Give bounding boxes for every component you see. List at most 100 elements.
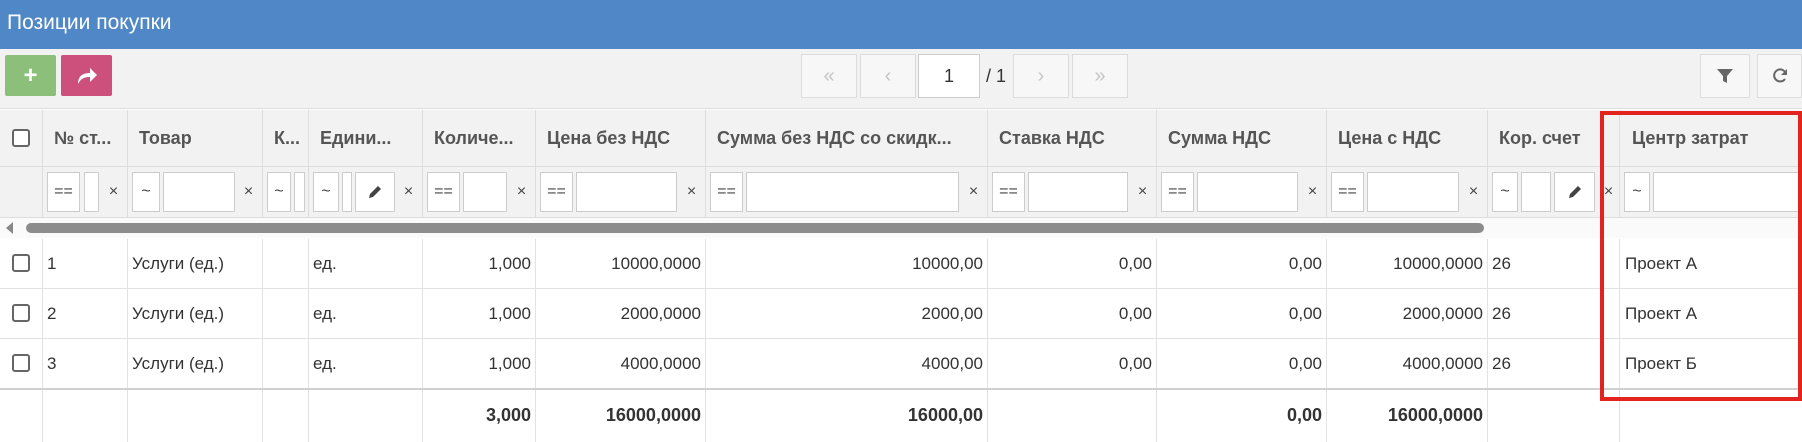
filter-row: == × ~ × ~ ~ × == × == × == × == × == × … bbox=[0, 167, 1802, 218]
refresh-button[interactable] bbox=[1757, 54, 1802, 98]
filter-input[interactable] bbox=[84, 172, 99, 212]
select-all-checkbox[interactable] bbox=[12, 129, 30, 147]
row-checkbox[interactable] bbox=[12, 254, 30, 272]
filter-operator[interactable]: ~ bbox=[1492, 172, 1518, 212]
column-header-price[interactable]: Цена без НДС bbox=[536, 110, 706, 167]
total-cell-empty bbox=[988, 390, 1157, 442]
total-cell-empty bbox=[128, 390, 263, 442]
row-checkbox-cell[interactable] bbox=[0, 289, 43, 338]
last-page-button[interactable]: » bbox=[1072, 54, 1128, 98]
clear-filter-icon[interactable]: × bbox=[103, 172, 124, 212]
column-header-k[interactable]: К... bbox=[263, 110, 309, 167]
filter-input[interactable] bbox=[746, 172, 959, 212]
cell-sum: 4000,00 bbox=[706, 339, 988, 388]
filter-operator[interactable]: ~ bbox=[132, 172, 160, 212]
filter-operator[interactable]: ~ bbox=[1624, 172, 1650, 212]
edit-filter-button[interactable] bbox=[355, 172, 395, 212]
filter-operator[interactable]: == bbox=[47, 172, 80, 212]
filter-operator[interactable]: == bbox=[710, 172, 743, 212]
clear-filter-icon[interactable]: × bbox=[1302, 172, 1323, 212]
header-checkbox-cell[interactable] bbox=[0, 110, 43, 167]
filter-input[interactable] bbox=[294, 172, 305, 212]
filter-operator[interactable]: == bbox=[1161, 172, 1194, 212]
prev-page-button[interactable]: ‹ bbox=[860, 54, 916, 98]
filter-input[interactable] bbox=[1197, 172, 1298, 212]
filter-input[interactable] bbox=[1653, 172, 1802, 212]
cell-unit: ед. bbox=[309, 289, 423, 338]
clear-filter-icon[interactable]: × bbox=[238, 172, 259, 212]
filter-input[interactable] bbox=[463, 172, 507, 212]
column-header-quantity[interactable]: Количе... bbox=[423, 110, 536, 167]
pencil-icon bbox=[369, 186, 381, 198]
filter-input[interactable] bbox=[342, 172, 352, 212]
row-checkbox-cell[interactable] bbox=[0, 239, 43, 288]
filter-cell-k: ~ bbox=[263, 167, 309, 218]
pencil-icon bbox=[1568, 186, 1581, 198]
filter-operator[interactable]: == bbox=[427, 172, 460, 212]
column-header-vat-sum[interactable]: Сумма НДС bbox=[1157, 110, 1327, 167]
filter-cell-vat-sum: == × bbox=[1157, 167, 1327, 218]
toolbar: + « ‹ 1 / 1 › » bbox=[0, 49, 1802, 109]
first-page-button[interactable]: « bbox=[801, 54, 857, 98]
cell-vat-sum: 0,00 bbox=[1157, 289, 1327, 338]
filter-cell-number: == × bbox=[43, 167, 128, 218]
scrollbar-thumb[interactable] bbox=[26, 223, 1484, 233]
clear-filter-icon[interactable]: × bbox=[963, 172, 984, 212]
filter-input[interactable] bbox=[163, 172, 235, 212]
clear-filter-icon[interactable]: × bbox=[1132, 172, 1153, 212]
row-checkbox-cell[interactable] bbox=[0, 339, 43, 388]
total-price: 16000,0000 bbox=[536, 390, 706, 442]
filter-operator[interactable]: == bbox=[992, 172, 1025, 212]
add-button[interactable]: + bbox=[5, 55, 56, 96]
column-header-number[interactable]: № ст... bbox=[43, 110, 128, 167]
filter-input[interactable] bbox=[1367, 172, 1459, 212]
clear-filter-icon[interactable]: × bbox=[1598, 172, 1619, 212]
table-row[interactable]: 1 Услуги (ед.) ед. 1,000 10000,0000 1000… bbox=[0, 239, 1802, 289]
cell-price: 2000,0000 bbox=[536, 289, 706, 338]
column-header-sum[interactable]: Сумма без НДС со скидк... bbox=[706, 110, 988, 167]
row-checkbox[interactable] bbox=[12, 304, 30, 322]
next-page-button[interactable]: › bbox=[1013, 54, 1069, 98]
forward-button[interactable] bbox=[61, 55, 112, 96]
cell-number: 1 bbox=[43, 239, 128, 288]
column-header-cost-center[interactable]: Центр затрат bbox=[1620, 110, 1802, 167]
total-sum: 16000,00 bbox=[706, 390, 988, 442]
column-header-unit[interactable]: Едини... bbox=[309, 110, 423, 167]
filter-cell-sum: == × bbox=[706, 167, 988, 218]
cell-sum: 2000,00 bbox=[706, 289, 988, 338]
clear-filter-icon[interactable]: × bbox=[511, 172, 532, 212]
filter-button[interactable] bbox=[1700, 54, 1750, 98]
row-checkbox[interactable] bbox=[12, 354, 30, 372]
column-header-vat-rate[interactable]: Ставка НДС bbox=[988, 110, 1157, 167]
table-row[interactable]: 3 Услуги (ед.) ед. 1,000 4000,0000 4000,… bbox=[0, 339, 1802, 389]
filter-input[interactable] bbox=[1521, 172, 1551, 212]
cell-price: 10000,0000 bbox=[536, 239, 706, 288]
column-header-item[interactable]: Товар bbox=[128, 110, 263, 167]
total-cell-empty bbox=[0, 390, 43, 442]
cell-unit: ед. bbox=[309, 239, 423, 288]
cell-k bbox=[263, 239, 309, 288]
filter-input[interactable] bbox=[576, 172, 677, 212]
clear-filter-icon[interactable]: × bbox=[398, 172, 419, 212]
filter-operator[interactable]: ~ bbox=[313, 172, 339, 212]
page-number-input[interactable]: 1 bbox=[918, 54, 980, 98]
clear-filter-icon[interactable]: × bbox=[681, 172, 702, 212]
filter-cell-cost-center: ~ bbox=[1620, 167, 1802, 218]
share-icon bbox=[77, 67, 97, 84]
filter-input[interactable] bbox=[1028, 172, 1128, 212]
filter-operator[interactable]: == bbox=[1331, 172, 1364, 212]
clear-filter-icon[interactable]: × bbox=[1463, 172, 1484, 212]
horizontal-scrollbar[interactable] bbox=[0, 218, 1802, 238]
filter-operator[interactable]: ~ bbox=[267, 172, 291, 212]
cell-price-vat: 4000,0000 bbox=[1327, 339, 1488, 388]
edit-filter-button[interactable] bbox=[1554, 172, 1595, 212]
cell-item: Услуги (ед.) bbox=[128, 339, 263, 388]
filter-operator[interactable]: == bbox=[540, 172, 573, 212]
column-header-account[interactable]: Кор. счет bbox=[1488, 110, 1620, 167]
column-header-price-vat[interactable]: Цена с НДС bbox=[1327, 110, 1488, 167]
filter-cell-empty bbox=[0, 167, 43, 218]
refresh-icon bbox=[1772, 68, 1787, 83]
total-cell-empty bbox=[43, 390, 128, 442]
scroll-left-icon[interactable] bbox=[6, 222, 13, 234]
table-row[interactable]: 2 Услуги (ед.) ед. 1,000 2000,0000 2000,… bbox=[0, 289, 1802, 339]
